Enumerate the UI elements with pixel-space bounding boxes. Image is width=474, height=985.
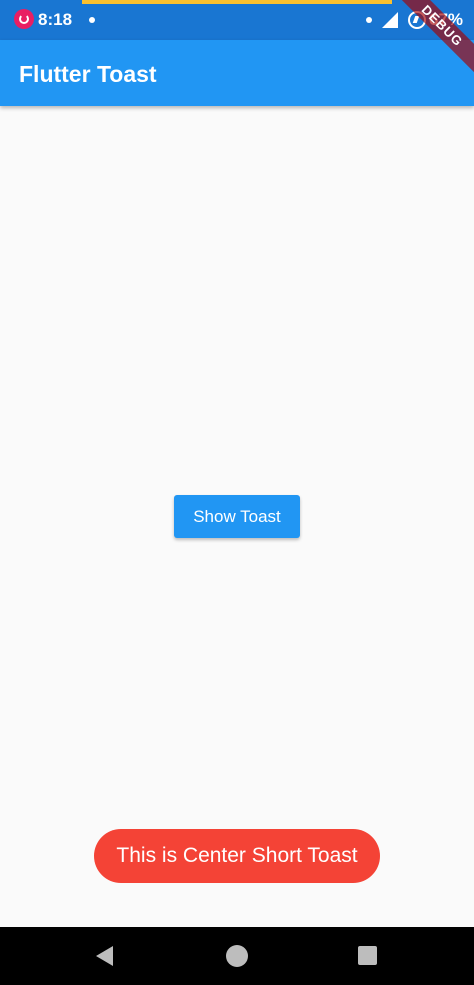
show-toast-button[interactable]: Show Toast <box>174 495 300 538</box>
toast-message: This is Center Short Toast <box>94 829 380 883</box>
status-bar: 8:18 67% <box>0 0 474 40</box>
cell-signal-icon <box>382 12 398 28</box>
status-highlight-strip <box>82 0 392 4</box>
back-icon[interactable] <box>96 946 113 966</box>
status-time: 8:18 <box>38 10 73 29</box>
page-title: Flutter Toast <box>19 61 157 87</box>
recents-icon[interactable] <box>358 946 377 965</box>
app-notification-icon <box>14 9 34 29</box>
notification-dot-icon <box>366 17 372 23</box>
phone-screen: 8:18 67% DEBUG Flutter Toast Show Toast … <box>0 0 474 985</box>
app-bar: Flutter Toast <box>0 40 474 106</box>
notification-dot-icon <box>89 17 95 23</box>
navigation-bar <box>0 927 474 985</box>
home-icon[interactable] <box>226 945 248 967</box>
